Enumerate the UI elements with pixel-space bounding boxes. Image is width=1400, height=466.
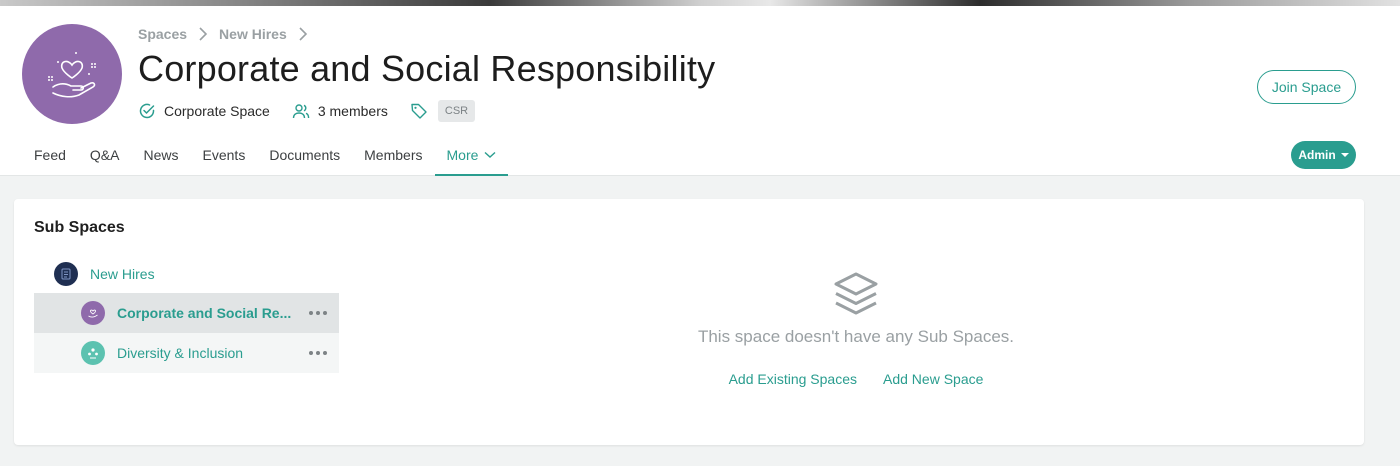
chevron-right-icon	[195, 27, 211, 41]
chevron-right-icon	[295, 27, 311, 41]
tree-item-label: Diversity & Inclusion	[117, 345, 244, 361]
tree-item-diversity[interactable]: Diversity & Inclusion	[34, 333, 339, 373]
more-options-icon[interactable]	[309, 351, 327, 355]
check-circle-icon	[138, 102, 156, 120]
space-members[interactable]: 3 members	[292, 102, 388, 120]
tab-events[interactable]: Events	[191, 134, 258, 176]
users-icon	[292, 102, 310, 120]
tab-more[interactable]: More	[434, 134, 509, 176]
space-tabs: Feed Q&A News Events Documents Members M…	[34, 134, 509, 176]
tag-icon	[410, 102, 428, 120]
space-meta: Corporate Space 3 members CSR	[138, 98, 476, 124]
tree-root-new-hires[interactable]: New Hires	[54, 260, 155, 288]
sub-spaces-card: Sub Spaces New Hires Corporate and Socia…	[14, 199, 1364, 445]
tag-badge-csr[interactable]: CSR	[437, 100, 476, 122]
tree-root-label: New Hires	[90, 266, 155, 282]
add-existing-spaces-link[interactable]: Add Existing Spaces	[729, 371, 857, 387]
tree-item-csr[interactable]: Corporate and Social Re...	[34, 293, 339, 333]
tab-qa[interactable]: Q&A	[78, 134, 132, 176]
chevron-down-icon	[484, 151, 496, 159]
tab-feed[interactable]: Feed	[34, 134, 78, 176]
tab-members[interactable]: Members	[352, 134, 434, 176]
diversity-avatar	[81, 341, 105, 365]
space-header: Spaces New Hires Corporate and Social Re…	[0, 6, 1400, 176]
tree-item-label: Corporate and Social Re...	[117, 305, 292, 321]
admin-dropdown-button[interactable]: Admin	[1291, 141, 1356, 169]
page-title: Corporate and Social Responsibility	[138, 48, 716, 89]
new-hires-avatar	[54, 262, 78, 286]
join-space-button[interactable]: Join Space	[1257, 70, 1356, 104]
add-new-space-link[interactable]: Add New Space	[883, 371, 983, 387]
sub-spaces-title: Sub Spaces	[34, 219, 125, 236]
breadcrumb-new-hires[interactable]: New Hires	[219, 26, 287, 42]
tab-more-label: More	[446, 147, 479, 163]
csr-avatar	[81, 301, 105, 325]
members-count: 3 members	[317, 103, 388, 119]
space-avatar	[22, 24, 122, 124]
layers-icon	[574, 271, 1138, 317]
tab-documents[interactable]: Documents	[257, 134, 352, 176]
space-type: Corporate Space	[138, 102, 270, 120]
caret-down-icon	[1340, 153, 1349, 157]
empty-state-actions: Add Existing Spaces Add New Space	[574, 371, 1138, 387]
heart-hand-icon	[48, 52, 96, 98]
empty-state: This space doesn't have any Sub Spaces. …	[574, 271, 1138, 387]
empty-state-text: This space doesn't have any Sub Spaces.	[697, 327, 1015, 346]
admin-label: Admin	[1298, 148, 1336, 162]
breadcrumb: Spaces New Hires	[138, 24, 311, 44]
space-type-label: Corporate Space	[164, 103, 270, 119]
more-options-icon[interactable]	[309, 311, 327, 315]
breadcrumb-spaces[interactable]: Spaces	[138, 26, 187, 42]
tab-news[interactable]: News	[132, 134, 191, 176]
space-tags	[410, 102, 428, 120]
